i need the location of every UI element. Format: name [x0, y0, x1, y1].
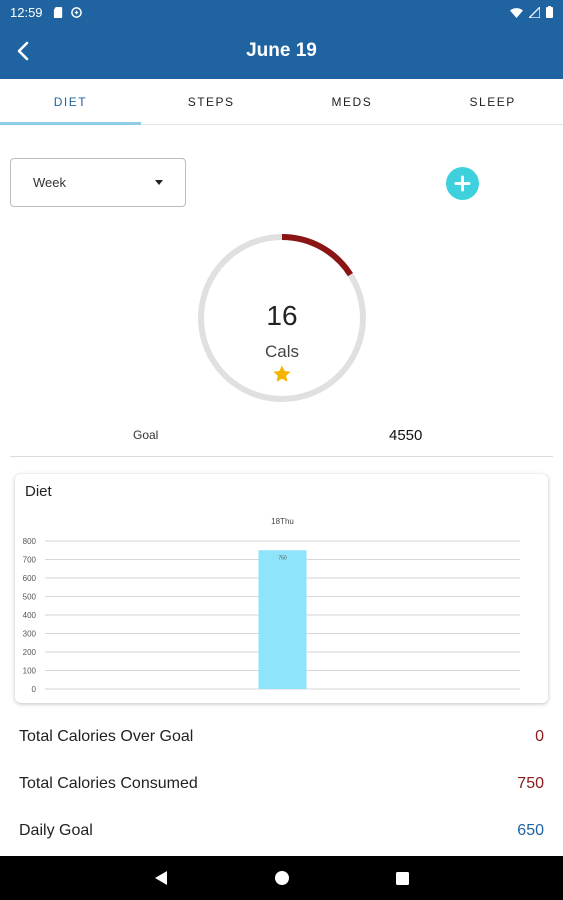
diet-bar-chart: 800 700 600 500 400 300 200 100 0 18Thu 750 [23, 517, 520, 694]
summary-label: Total Calories Consumed [19, 775, 198, 792]
triangle-back-icon [155, 871, 167, 885]
page-title: June 19 [246, 40, 317, 61]
summary-value: 750 [517, 775, 544, 792]
system-nav-bar [0, 856, 563, 900]
tab-steps[interactable]: STEPS [141, 79, 282, 124]
calorie-value: 16 [266, 300, 298, 331]
square-recents-icon [395, 871, 409, 885]
tab-meds[interactable]: MEDS [282, 79, 423, 124]
status-time: 12:59 [10, 4, 43, 20]
summary-row-over-goal: Total Calories Over Goal 0 [19, 728, 544, 746]
summary-label: Daily Goal [19, 822, 93, 839]
summary-row-consumed: Total Calories Consumed 750 [19, 775, 544, 793]
data-label: 750 [278, 555, 287, 561]
status-bar: 12:59 [0, 0, 563, 24]
category-label: 18Thu [271, 517, 294, 526]
tab-diet[interactable]: DIET [0, 79, 141, 125]
caret-down-icon [155, 180, 163, 185]
goal-label: Goal [133, 428, 159, 442]
goal-value: 4550 [389, 427, 423, 444]
diet-chart-card: Diet 800 700 600 500 400 300 200 100 0 18Thu 750 [15, 474, 548, 703]
signal-icon [529, 6, 540, 18]
sync-icon [70, 6, 82, 18]
star-icon [273, 365, 291, 382]
wifi-icon [510, 7, 523, 18]
y-tick-label: 300 [23, 630, 37, 639]
plus-icon [454, 175, 471, 192]
calorie-unit: Cals [264, 342, 299, 361]
status-right-icons [510, 6, 553, 18]
nav-home-button[interactable] [270, 866, 294, 890]
battery-icon [546, 6, 553, 18]
add-entry-button[interactable] [446, 167, 479, 200]
y-tick-label: 0 [32, 685, 37, 694]
divider [10, 456, 553, 457]
sd-card-icon [53, 6, 62, 18]
nav-back-button[interactable] [149, 866, 173, 890]
y-tick-label: 500 [23, 593, 37, 602]
summary-row-daily-goal: Daily Goal 650 [19, 822, 544, 840]
nav-recents-button[interactable] [390, 866, 414, 890]
summary-label: Total Calories Over Goal [19, 728, 194, 745]
period-select-value: Week [33, 175, 66, 190]
tab-bar: DIET STEPS MEDS SLEEP [0, 79, 563, 125]
period-select[interactable]: Week [10, 158, 186, 207]
tab-sleep[interactable]: SLEEP [422, 79, 563, 124]
bar [258, 550, 307, 689]
y-tick-label: 400 [23, 611, 37, 620]
y-tick-label: 200 [23, 648, 37, 657]
circle-home-icon [275, 871, 289, 885]
summary-value: 650 [517, 822, 544, 839]
y-tick-label: 600 [23, 574, 37, 583]
y-tick-label: 700 [23, 556, 37, 565]
app-bar: June 19 [0, 24, 563, 79]
app-screen: 12:59 June 19 DIET STEPS MEDS SLEEP Week… [0, 0, 563, 900]
y-tick-label: 800 [23, 537, 37, 546]
y-tick-label: 100 [23, 667, 37, 676]
summary-value: 0 [535, 728, 544, 745]
